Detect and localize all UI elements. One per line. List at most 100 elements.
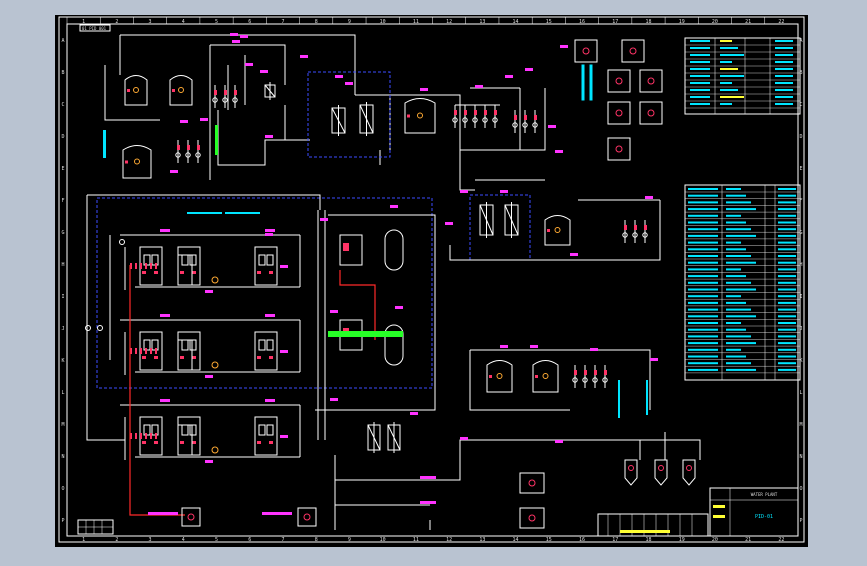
legend-table-text xyxy=(720,61,732,63)
column-marker-bottom-22: 22 xyxy=(778,537,784,543)
column-marker-bottom-1: 1 xyxy=(82,537,85,543)
legend-table-text xyxy=(778,295,796,298)
legend-table-text xyxy=(778,368,796,371)
train-1-tag-c xyxy=(205,290,213,293)
valve-cluster-c-tag xyxy=(464,110,467,115)
legend-table-text xyxy=(778,221,796,224)
legend-table-text xyxy=(778,355,796,358)
train-1-tag-d xyxy=(280,265,288,268)
legend-table-text xyxy=(688,275,718,278)
train-2-unit-mark2-1 xyxy=(192,356,196,359)
line-tag-26 xyxy=(530,345,538,348)
column-marker-10: 10 xyxy=(380,19,386,25)
legend-table-text xyxy=(726,368,756,371)
train-1-unit-mark-2 xyxy=(257,271,261,274)
legend-table-text xyxy=(688,201,718,204)
legend-table-text xyxy=(720,103,732,105)
legend-table-text xyxy=(726,362,751,365)
legend-table-text xyxy=(688,188,718,190)
legend-table-text xyxy=(726,335,751,338)
line-tag-3 xyxy=(260,70,268,73)
train-1-unit-mark2-1 xyxy=(192,271,196,274)
legend-table-text xyxy=(690,68,710,70)
train-3-unit-mark2-1 xyxy=(192,441,196,444)
legend-table-text xyxy=(688,194,718,197)
column-marker-11: 11 xyxy=(413,19,419,25)
vertical-label-0 xyxy=(581,64,585,101)
cad-viewport[interactable]: 1 1 2 2 3 3 4 4 5 5 6 6 7 7 8 8 9 9 10 10 11 11 12 12 13 13 14 14 15… xyxy=(0,0,867,562)
train-2-tag-c xyxy=(205,375,213,378)
legend-table-text xyxy=(778,201,796,204)
row-marker-J: J xyxy=(61,326,64,332)
line-tag-31 xyxy=(320,218,328,221)
line-tag-34 xyxy=(395,306,403,309)
legend-table-text xyxy=(778,234,796,237)
legend-table-text xyxy=(775,47,793,49)
legend-table-text xyxy=(778,288,796,291)
train-1-inst xyxy=(150,263,152,269)
line-tag-1 xyxy=(232,40,240,43)
line-tag-18 xyxy=(390,205,398,208)
legend-table-text xyxy=(688,335,718,338)
legend-table-text xyxy=(688,288,718,291)
vertical-label-2 xyxy=(618,380,620,418)
legend-table-text xyxy=(688,295,718,298)
valve-cluster-a-tag xyxy=(214,90,217,95)
column-marker-bottom-21: 21 xyxy=(745,537,751,543)
column-marker-16: 16 xyxy=(579,19,585,25)
valve-cluster-f-tag xyxy=(624,225,627,230)
column-marker-bottom-18: 18 xyxy=(645,537,651,543)
column-marker-20: 20 xyxy=(712,19,718,25)
legend-table-text xyxy=(726,241,741,244)
line-tag-11 xyxy=(548,125,556,128)
legend-table-text xyxy=(690,40,710,42)
column-marker-bottom-20: 20 xyxy=(712,537,718,543)
legend-table-text xyxy=(726,201,751,204)
column-marker-21: 21 xyxy=(745,19,751,25)
legend-table-text xyxy=(775,40,793,42)
row-marker-H: H xyxy=(61,262,64,268)
legend-table-text xyxy=(726,315,756,318)
train-3-unit-mark-2 xyxy=(257,441,261,444)
legend-table-text xyxy=(778,348,796,351)
row-marker-F: F xyxy=(61,198,64,204)
column-marker-18: 18 xyxy=(645,19,651,25)
legend-table-text xyxy=(688,255,718,257)
row-marker-L: L xyxy=(61,390,64,396)
column-marker-bottom-14: 14 xyxy=(513,537,519,543)
legend-table-text xyxy=(688,322,718,324)
legend-table-text xyxy=(726,261,756,264)
vertical-label-5 xyxy=(215,125,218,155)
train-1-unit-mark2-0 xyxy=(154,271,158,274)
legend-table-text xyxy=(688,281,718,284)
column-marker-12: 12 xyxy=(446,19,452,25)
legend-table-text xyxy=(726,228,751,231)
legend-table-text xyxy=(690,75,710,77)
train-2-inst xyxy=(135,348,137,354)
line-tag-30 xyxy=(555,440,563,443)
valve-cluster-c-tag xyxy=(494,110,497,115)
vessel-t102-marker xyxy=(172,89,175,92)
legend-table-text xyxy=(720,40,732,42)
train-3-inst xyxy=(140,433,142,439)
legend-table-text xyxy=(778,261,796,264)
legend-table-text xyxy=(726,194,746,197)
column-marker-bottom-16: 16 xyxy=(579,537,585,543)
train-3-inst xyxy=(135,433,137,439)
train-3-unit-mark2-0 xyxy=(154,441,158,444)
train-2-tag-b xyxy=(265,314,275,317)
column-marker-9: 9 xyxy=(348,19,351,25)
column-marker-bottom-6: 6 xyxy=(248,537,251,543)
legend-table-text xyxy=(778,342,796,345)
legend-table-text xyxy=(688,208,718,211)
line-tag-4 xyxy=(335,75,343,78)
vessel-filter-marker xyxy=(547,229,550,232)
line-tag-27 xyxy=(590,348,598,351)
column-marker-bottom-7: 7 xyxy=(281,537,284,543)
row-marker-right-O: O xyxy=(799,486,802,492)
legend-table-text xyxy=(726,342,756,345)
train-2-inst xyxy=(150,348,152,354)
train-3-inst xyxy=(155,433,157,439)
valve-cluster-d-tag xyxy=(534,115,537,120)
train-1-inst xyxy=(155,263,157,269)
